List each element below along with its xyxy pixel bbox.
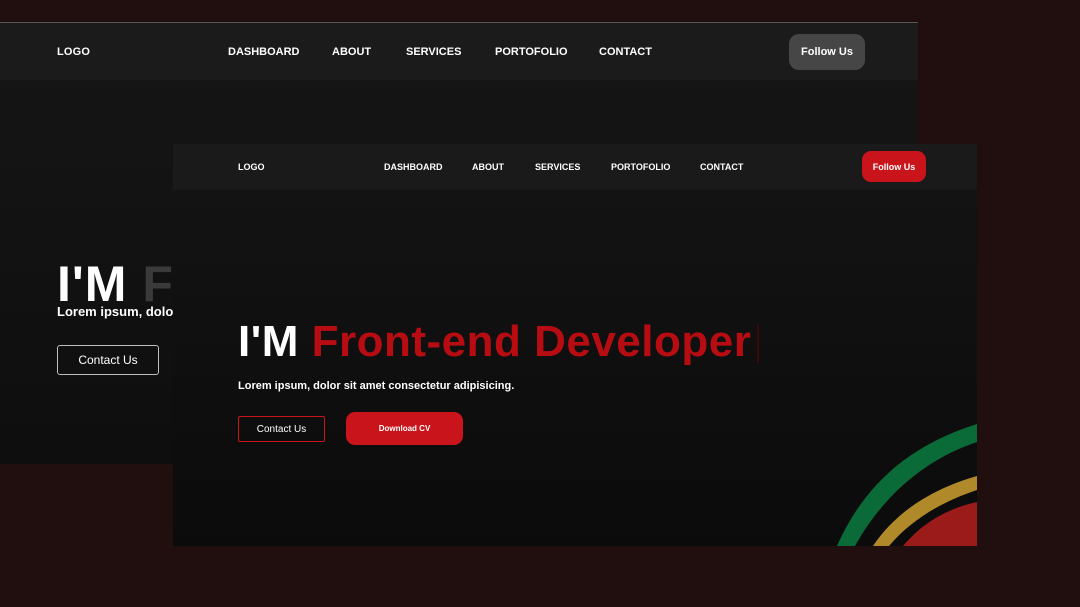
back-nav-dashboard[interactable]: DASHBOARD (228, 46, 300, 58)
front-headline: I'M Front-end Developer (238, 317, 760, 367)
front-screen-preview: LOGO DASHBOARD ABOUT SERVICES PORTOFOLIO… (173, 144, 977, 546)
back-nav-portofolio[interactable]: PORTOFOLIO (495, 46, 568, 58)
front-contact-button[interactable]: Contact Us (238, 416, 325, 442)
back-follow-button[interactable]: Follow Us (789, 34, 865, 70)
front-nav-about[interactable]: ABOUT (472, 162, 504, 172)
back-nav-contact[interactable]: CONTACT (599, 46, 652, 58)
front-headline-role: Front-end Developer (311, 317, 752, 366)
typing-caret (757, 325, 760, 364)
front-logo[interactable]: LOGO (238, 162, 265, 172)
front-follow-button[interactable]: Follow Us (862, 151, 926, 182)
back-navbar: LOGO DASHBOARD ABOUT SERVICES PORTOFOLIO… (0, 23, 918, 80)
back-nav-services[interactable]: SERVICES (406, 46, 461, 58)
back-nav-about[interactable]: ABOUT (332, 46, 371, 58)
front-nav-contact[interactable]: CONTACT (700, 162, 743, 172)
decorative-arcs-graphic (837, 424, 977, 546)
back-contact-button[interactable]: Contact Us (57, 345, 159, 375)
front-nav-services[interactable]: SERVICES (535, 162, 580, 172)
front-headline-prefix: I'M (238, 317, 299, 366)
front-nav-portofolio[interactable]: PORTOFOLIO (611, 162, 670, 172)
front-tagline: Lorem ipsum, dolor sit amet consectetur … (238, 380, 515, 392)
screenshot-stage: LOGO DASHBOARD ABOUT SERVICES PORTOFOLIO… (0, 0, 1080, 607)
front-navbar: LOGO DASHBOARD ABOUT SERVICES PORTOFOLIO… (173, 144, 977, 190)
front-nav-dashboard[interactable]: DASHBOARD (384, 162, 443, 172)
download-cv-button[interactable]: Download CV (346, 412, 463, 445)
back-tagline: Lorem ipsum, dolo (57, 304, 174, 319)
back-logo[interactable]: LOGO (57, 46, 90, 58)
